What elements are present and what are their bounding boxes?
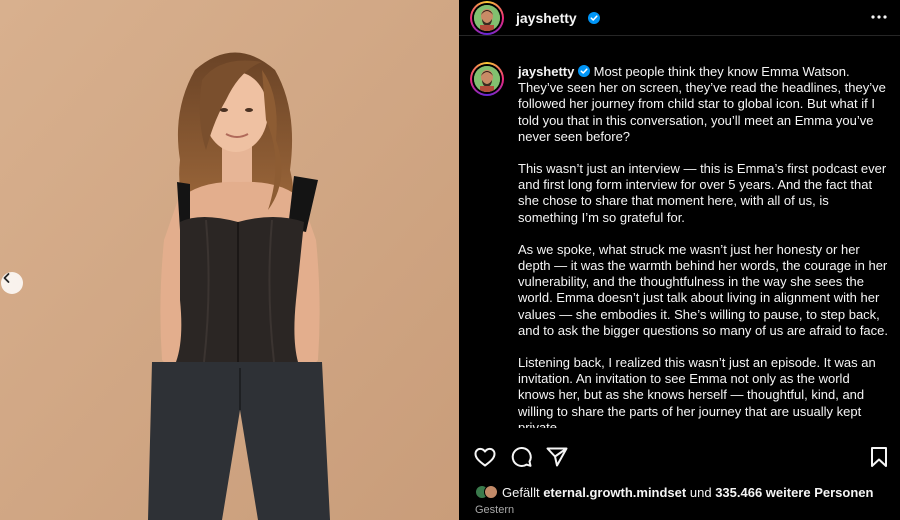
chevron-left-icon xyxy=(3,273,10,283)
post-media[interactable] xyxy=(0,0,459,520)
caption-paragraph-3: As we spoke, what struck me wasn’t just … xyxy=(518,241,888,338)
caption-paragraph: jayshetty Most people think they know Em… xyxy=(518,64,890,145)
likes-prefix: Gefällt xyxy=(502,484,540,500)
caption-username[interactable]: jayshetty xyxy=(518,64,574,79)
caption-paragraph-4: Listening back, I realized this wasn’t j… xyxy=(518,355,876,428)
verified-badge-icon xyxy=(588,12,600,24)
post-panel: jayshetty jayshetty Most people think th… xyxy=(459,0,900,520)
caption-paragraph-2: This wasn’t just an interview — this is … xyxy=(518,161,887,225)
more-options-icon[interactable] xyxy=(868,8,890,26)
author-username[interactable]: jayshetty xyxy=(516,10,577,26)
caption-avatar[interactable] xyxy=(470,62,504,96)
comment-icon[interactable] xyxy=(508,444,534,470)
caption-text: jayshetty Most people think they know Em… xyxy=(518,64,890,428)
verified-badge-icon xyxy=(578,65,590,77)
caption-section: jayshetty Most people think they know Em… xyxy=(459,58,900,428)
action-bar xyxy=(459,444,900,472)
liker-username[interactable]: eternal.growth.mindset xyxy=(543,485,686,500)
author-avatar[interactable] xyxy=(470,1,504,35)
likes-summary: Gefällt eternal.growth.mindset und 335.4… xyxy=(475,484,873,500)
likes-count[interactable]: 335.466 weitere Personen xyxy=(715,485,873,500)
avatar-image xyxy=(474,5,500,31)
heart-icon[interactable] xyxy=(472,444,498,470)
send-icon[interactable] xyxy=(544,444,570,470)
carousel-prev-button[interactable] xyxy=(1,272,23,294)
bookmark-icon[interactable] xyxy=(866,444,892,470)
caption-paragraph-1: Most people think they know Emma Watson.… xyxy=(518,64,886,144)
liker-avatar xyxy=(484,485,498,499)
likes-middle: und xyxy=(689,484,712,500)
post-header: jayshetty xyxy=(459,0,900,36)
post-photo xyxy=(0,0,459,520)
avatar-image xyxy=(474,66,500,92)
post-date[interactable]: Gestern xyxy=(475,504,514,516)
